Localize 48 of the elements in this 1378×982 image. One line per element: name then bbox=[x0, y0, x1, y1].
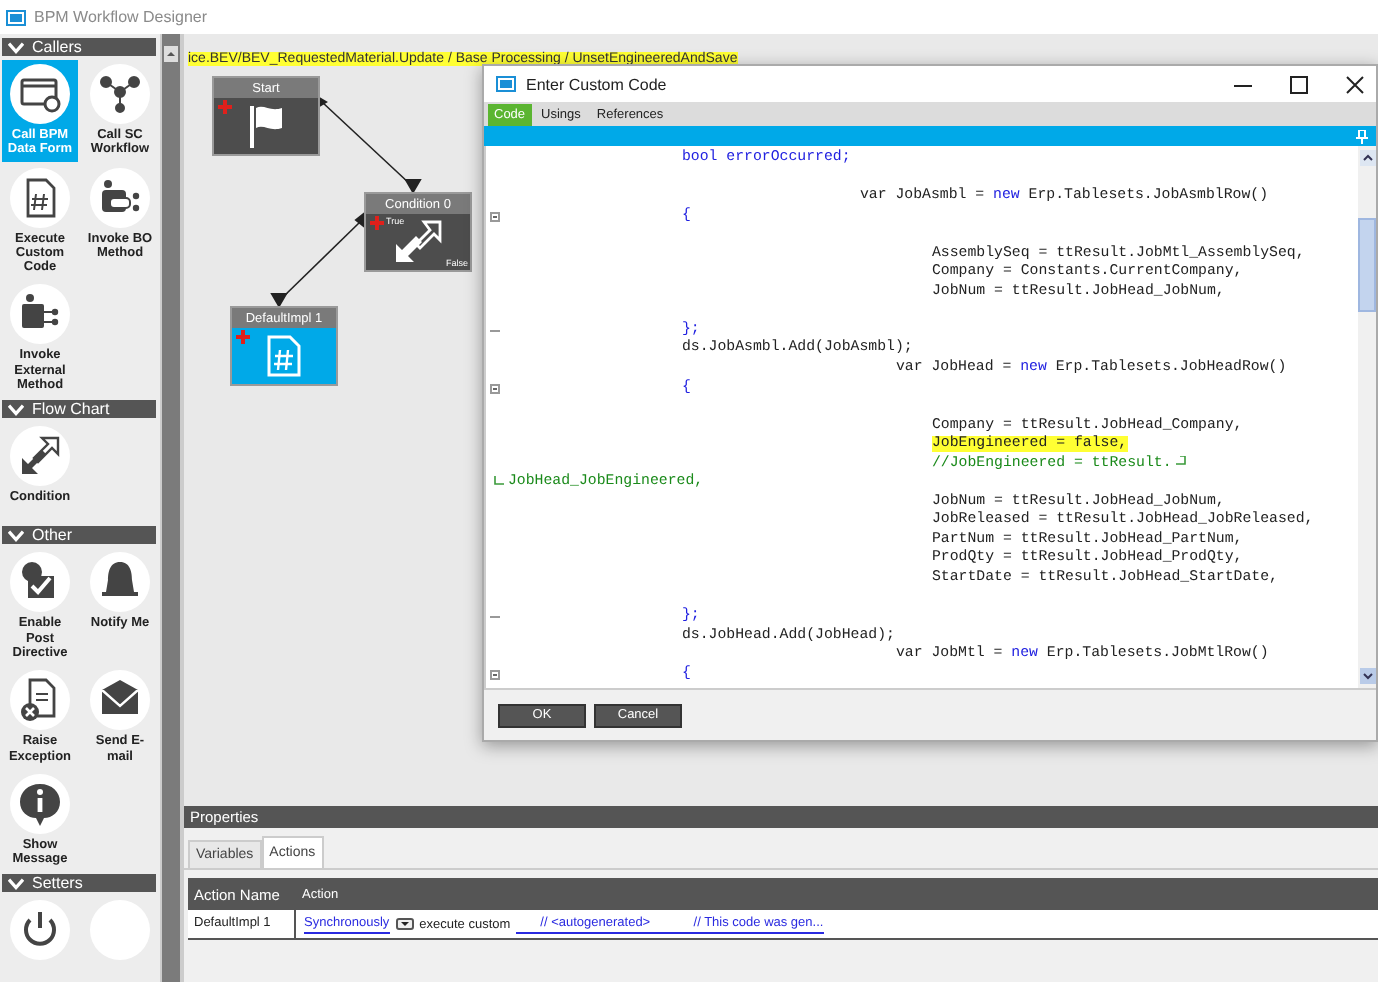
section-header[interactable]: Setters bbox=[2, 874, 156, 893]
scroll-thumb[interactable] bbox=[1358, 218, 1376, 312]
scroll-up-icon bbox=[164, 46, 178, 62]
flag-icon bbox=[246, 104, 286, 148]
section-title: Callers bbox=[32, 38, 82, 56]
chevron-down-icon bbox=[8, 41, 24, 53]
section-header[interactable]: Flow Chart bbox=[2, 400, 156, 419]
chevron-down-icon bbox=[8, 877, 24, 890]
collapse-icon[interactable] bbox=[490, 383, 500, 394]
collapse-icon[interactable] bbox=[490, 211, 500, 222]
fold-end-icon bbox=[490, 325, 500, 336]
scrollbar[interactable] bbox=[1358, 146, 1376, 688]
bell-icon bbox=[90, 552, 150, 613]
close-icon[interactable] bbox=[1346, 75, 1364, 93]
wrap-icon bbox=[494, 476, 504, 487]
section-title: Other bbox=[32, 526, 73, 545]
dropdown-icon[interactable] bbox=[395, 918, 414, 930]
fold-end-icon bbox=[490, 612, 500, 623]
wrap-icon bbox=[1175, 455, 1186, 466]
hash-document-icon bbox=[10, 167, 70, 228]
plug-icon bbox=[10, 284, 70, 345]
envelope-icon bbox=[90, 670, 150, 731]
network-icon bbox=[90, 64, 150, 124]
chevron-down-icon bbox=[8, 403, 24, 416]
document-x-icon bbox=[10, 670, 70, 731]
section-header[interactable]: Callers bbox=[2, 38, 156, 56]
scroll-down-icon bbox=[1359, 668, 1375, 684]
chevron-down-icon bbox=[8, 529, 24, 542]
diagonal-arrows-icon bbox=[394, 220, 442, 264]
window-icon bbox=[6, 9, 26, 25]
form-icon bbox=[10, 64, 70, 124]
diagonal-arrows-icon bbox=[10, 426, 70, 487]
pin-icon[interactable] bbox=[1356, 129, 1368, 143]
window-icon bbox=[496, 76, 516, 92]
collapse-icon[interactable] bbox=[490, 669, 500, 680]
checkbox-icon bbox=[10, 552, 70, 613]
power-icon bbox=[10, 900, 70, 961]
window-title: BPM Workflow Designer bbox=[34, 8, 208, 26]
maximize-icon[interactable] bbox=[1290, 75, 1308, 93]
section-header[interactable]: Other bbox=[2, 526, 156, 545]
section-title: Flow Chart bbox=[32, 400, 110, 419]
info-icon bbox=[10, 773, 70, 834]
hash-document-icon bbox=[266, 334, 302, 378]
scroll-up-icon bbox=[1359, 150, 1375, 166]
method-icon bbox=[90, 167, 150, 228]
scrollbar[interactable] bbox=[160, 34, 180, 982]
section-title: Setters bbox=[32, 874, 83, 893]
dialog-title: Enter Custom Code bbox=[526, 75, 667, 93]
